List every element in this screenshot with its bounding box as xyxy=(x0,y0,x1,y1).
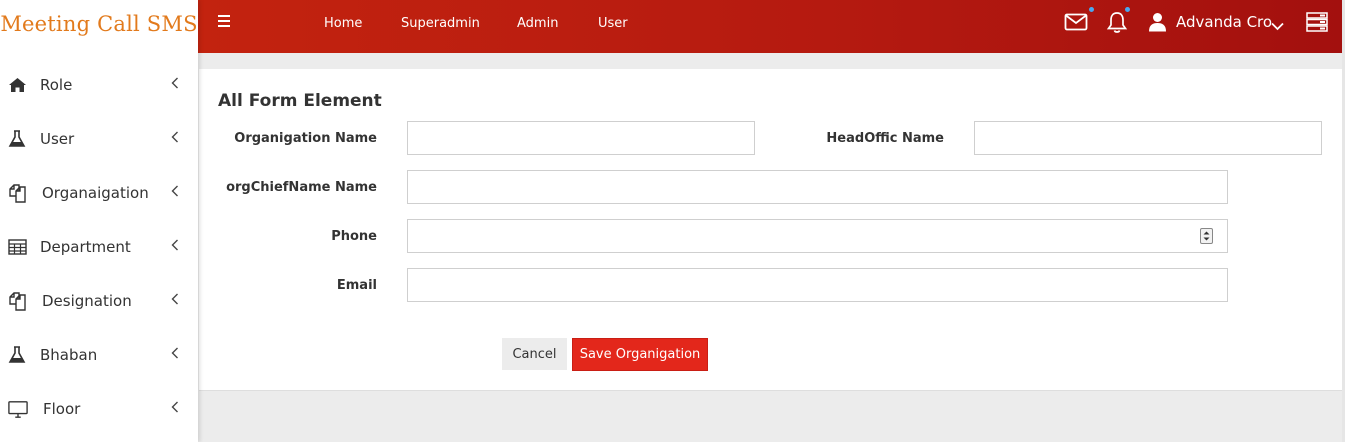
flask-icon xyxy=(7,345,27,365)
chief-name-label: orgChiefName Name xyxy=(226,180,377,195)
sidebar-item-department[interactable]: Department xyxy=(0,220,198,274)
user-avatar-icon[interactable] xyxy=(1148,12,1167,37)
sidebar-item-bhaban[interactable]: Bhaban xyxy=(0,328,198,382)
table-icon xyxy=(7,237,27,257)
sidebar-item-label: Organaigation xyxy=(42,184,149,202)
chevron-down-icon[interactable] xyxy=(1271,18,1284,36)
sidebar-item-organaigation[interactable]: Organaigation xyxy=(0,166,198,220)
sidebar-item-label: Bhaban xyxy=(40,346,98,364)
sidebar-item-designation[interactable]: Designation xyxy=(0,274,198,328)
notification-dot xyxy=(1125,7,1130,12)
nav-link-home[interactable]: Home xyxy=(324,16,362,31)
flask-icon xyxy=(7,129,27,149)
head-office-label: HeadOffic Name xyxy=(826,131,944,146)
save-organigation-button[interactable]: Save Organigation xyxy=(572,338,708,371)
sidebar-item-label: Role xyxy=(40,76,73,94)
copy-icon xyxy=(7,183,27,203)
page-title: All Form Element xyxy=(218,91,382,111)
chevron-left-icon xyxy=(171,292,179,310)
nav-link-superadmin[interactable]: Superadmin xyxy=(401,16,480,31)
home-icon xyxy=(7,75,27,95)
phone-input[interactable] xyxy=(407,219,1228,253)
sidebar-item-label: User xyxy=(40,130,75,148)
number-spinner[interactable] xyxy=(1200,228,1213,244)
chevron-left-icon xyxy=(171,238,179,256)
top-navbar: Home Superadmin Admin User Advanda Cro xyxy=(198,0,1342,53)
chevron-left-icon xyxy=(171,400,179,418)
sidebar-item-label: Department xyxy=(40,238,131,256)
chevron-left-icon xyxy=(171,130,179,148)
nav-link-user[interactable]: User xyxy=(598,16,628,31)
sidebar-item-floor[interactable]: Floor xyxy=(0,382,198,436)
brand-title: Meeting Call SMS xyxy=(0,12,198,36)
server-menu-icon[interactable] xyxy=(1306,12,1328,37)
org-name-label: Organigation Name xyxy=(234,131,377,146)
envelope-icon[interactable] xyxy=(1064,12,1088,37)
notification-dot xyxy=(1089,7,1094,12)
sidebar: Meeting Call SMS Role User Organaigation… xyxy=(0,0,198,442)
phone-label: Phone xyxy=(331,229,377,244)
sidebar-item-label: Floor xyxy=(43,400,81,418)
bell-icon[interactable] xyxy=(1106,11,1128,39)
user-name[interactable]: Advanda Cro xyxy=(1176,13,1272,31)
sidebar-item-role[interactable]: Role xyxy=(0,58,198,112)
form-panel: All Form Element Organigation Name HeadO… xyxy=(199,69,1342,391)
desktop-icon xyxy=(8,399,28,419)
org-name-input[interactable] xyxy=(407,121,755,155)
sidebar-item-user[interactable]: User xyxy=(0,112,198,166)
email-input[interactable] xyxy=(407,268,1228,302)
copy-icon xyxy=(7,291,27,311)
hamburger-menu-icon[interactable] xyxy=(218,15,232,29)
chevron-left-icon xyxy=(171,184,179,202)
nav-link-admin[interactable]: Admin xyxy=(517,16,558,31)
email-label: Email xyxy=(336,278,377,293)
sidebar-item-label: Designation xyxy=(42,292,132,310)
chief-name-input[interactable] xyxy=(407,170,1228,204)
chevron-left-icon xyxy=(171,76,179,94)
cancel-button[interactable]: Cancel xyxy=(502,338,567,370)
head-office-input[interactable] xyxy=(974,121,1322,155)
chevron-left-icon xyxy=(171,346,179,364)
